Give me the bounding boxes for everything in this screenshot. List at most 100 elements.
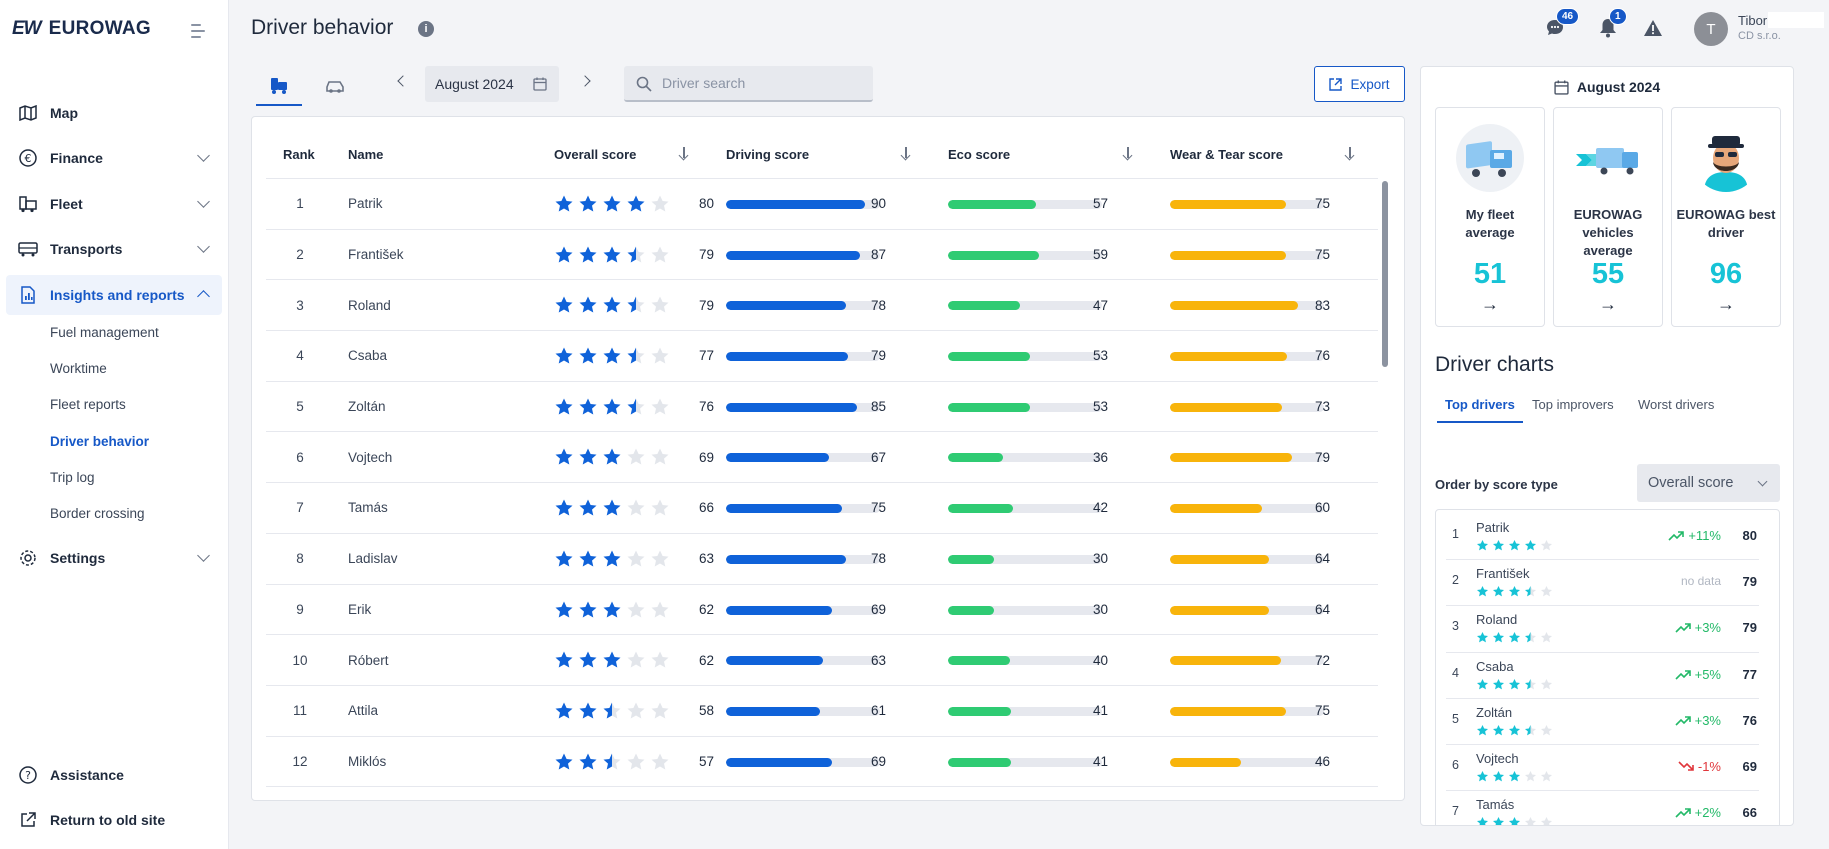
ranking-row[interactable]: 2 František no data 79 [1446, 560, 1759, 607]
star-full-icon [1476, 724, 1489, 736]
ranking-row[interactable]: 6 Vojtech -1% 69 [1446, 745, 1759, 792]
nav-insights-reports[interactable]: Insights and reports [6, 275, 222, 315]
driver-name[interactable]: Róbert [348, 635, 389, 685]
driver-name[interactable]: František [348, 230, 404, 280]
table-row[interactable]: 7 Tamás 66 75 42 60 [266, 483, 1378, 534]
driver-name[interactable]: Attila [348, 686, 378, 736]
driver-name[interactable]: Patrik [348, 179, 383, 229]
subnav-driver-behavior[interactable]: Driver behavior [50, 434, 149, 449]
ranking-row[interactable]: 5 Zoltán +3% 76 [1446, 699, 1759, 745]
driver-name[interactable]: Ladislav [348, 534, 398, 584]
table-row[interactable]: 1 Patrik 80 90 57 75 [266, 179, 1378, 230]
col-rank[interactable]: Rank [283, 147, 315, 162]
nav-settings-label: Settings [50, 550, 106, 566]
month-picker[interactable]: August 2024 [425, 66, 559, 102]
star-full-icon [555, 296, 573, 313]
sort-arrow-icon[interactable] [1123, 147, 1133, 160]
overall-score-value: 57 [698, 753, 714, 769]
nav-assistance[interactable]: ? Assistance [6, 755, 222, 795]
notifications-button[interactable]: 1 [1597, 8, 1627, 39]
eurowag-logo[interactable]: EW EUROWAG [12, 18, 151, 40]
col-driving-score[interactable]: Driving score [726, 147, 809, 162]
arrow-right-icon[interactable]: → [1554, 294, 1662, 315]
nav-fleet[interactable]: Fleet [6, 184, 222, 224]
ranking-row[interactable]: 7 Tamás +2% 66 [1446, 791, 1759, 825]
driver-name[interactable]: Miklós [348, 737, 386, 787]
overall-stars [554, 549, 670, 569]
sort-arrow-icon[interactable] [679, 147, 689, 160]
ranking-row[interactable]: 4 Csaba +5% 77 [1446, 653, 1759, 699]
table-row[interactable]: 9 Erik 62 69 30 64 [266, 585, 1378, 636]
col-wear-tear-score[interactable]: Wear & Tear score [1170, 147, 1283, 162]
rank-cell: 10 [292, 652, 308, 668]
nav-return-old-site[interactable]: Return to old site [6, 800, 222, 840]
previous-month-icon[interactable] [397, 75, 409, 87]
driving-score-value: 69 [870, 753, 886, 769]
table-row[interactable]: 12 Miklós 57 69 41 46 [266, 737, 1378, 788]
eurowag-average-card[interactable]: EUROWAG vehicles average 55 → [1553, 107, 1663, 327]
table-row[interactable]: 5 Zoltán 76 85 53 73 [266, 382, 1378, 433]
star-empty-icon [651, 347, 669, 364]
tab-top-drivers[interactable]: Top drivers [1437, 397, 1523, 423]
info-icon[interactable]: i [418, 21, 434, 37]
star-full-icon [555, 601, 573, 617]
nav-map[interactable]: Map [6, 93, 222, 133]
ranking-row[interactable]: 1 Patrik +11% 80 [1446, 514, 1759, 561]
table-row[interactable]: 3 Roland 79 78 47 83 [266, 280, 1378, 332]
driver-name[interactable]: Tamás [348, 483, 388, 533]
user-name[interactable]: Tibor [1738, 13, 1767, 28]
collapse-sidebar-icon[interactable] [188, 22, 208, 40]
driver-name[interactable]: Erik [348, 585, 371, 635]
col-overall-score[interactable]: Overall score [554, 147, 636, 162]
star-full-icon [1492, 724, 1505, 736]
ranking-row[interactable]: 3 Roland +3% 79 [1446, 606, 1759, 653]
driver-search-input[interactable] [662, 75, 862, 91]
table-scrollbar[interactable] [1382, 181, 1388, 367]
nav-transports[interactable]: Transports [6, 229, 222, 269]
subnav-trip-log[interactable]: Trip log [50, 470, 95, 485]
wear-tear-score-value: 75 [1314, 703, 1330, 719]
table-row[interactable]: 11 Attila 58 61 41 75 [266, 686, 1378, 737]
arrow-right-icon[interactable]: → [1436, 294, 1544, 315]
sort-arrow-icon[interactable] [901, 147, 911, 160]
fleet-average-card[interactable]: My fleet average 51 → [1435, 107, 1545, 327]
table-row[interactable]: 10 Róbert 62 63 40 72 [266, 635, 1378, 686]
driver-name[interactable]: Vojtech [348, 432, 392, 482]
subnav-fuel-management[interactable]: Fuel management [50, 325, 159, 340]
ranking-driver-name: Roland [1476, 612, 1518, 628]
export-label: Export [1350, 76, 1390, 92]
sort-arrow-icon[interactable] [1345, 147, 1355, 160]
nav-settings[interactable]: Settings [6, 538, 222, 578]
messages-button[interactable]: 46 [1544, 8, 1580, 39]
arrow-right-icon[interactable]: → [1672, 294, 1780, 315]
tab-cars[interactable] [312, 66, 358, 106]
driver-name[interactable]: Zoltán [348, 382, 386, 432]
avatar[interactable]: T [1694, 12, 1728, 46]
table-row[interactable]: 4 Csaba 77 79 53 76 [266, 331, 1378, 382]
export-button[interactable]: Export [1314, 66, 1405, 102]
nav-finance[interactable]: € Finance [6, 138, 222, 178]
alerts-button[interactable] [1642, 17, 1664, 39]
subnav-fleet-reports[interactable]: Fleet reports [50, 397, 126, 412]
tab-worst-drivers[interactable]: Worst drivers [1638, 397, 1714, 421]
tab-trucks[interactable] [256, 66, 302, 106]
driver-name[interactable]: Csaba [348, 331, 387, 381]
col-name[interactable]: Name [348, 147, 383, 162]
star-empty-icon [651, 702, 669, 719]
nav-fleet-label: Fleet [50, 196, 83, 212]
score-type-select[interactable]: Overall score [1637, 464, 1780, 502]
subnav-worktime[interactable]: Worktime [50, 361, 107, 376]
subnav-border-crossing[interactable]: Border crossing [50, 506, 145, 521]
overall-stars [554, 650, 670, 670]
col-eco-score[interactable]: Eco score [948, 147, 1010, 162]
star-full-icon [603, 246, 621, 263]
table-row[interactable]: 6 Vojtech 69 67 36 79 [266, 432, 1378, 484]
trend-indicator: -1% [1678, 759, 1721, 774]
next-month-icon[interactable] [579, 75, 591, 87]
table-row[interactable]: 8 Ladislav 63 78 30 64 [266, 534, 1378, 585]
table-row[interactable]: 2 František 79 87 59 75 [266, 230, 1378, 281]
eco-score-fill [948, 250, 1039, 260]
tab-top-improvers[interactable]: Top improvers [1532, 397, 1614, 421]
best-driver-card[interactable]: EUROWAG best driver 96 → [1671, 107, 1781, 327]
driver-name[interactable]: Roland [348, 280, 391, 330]
